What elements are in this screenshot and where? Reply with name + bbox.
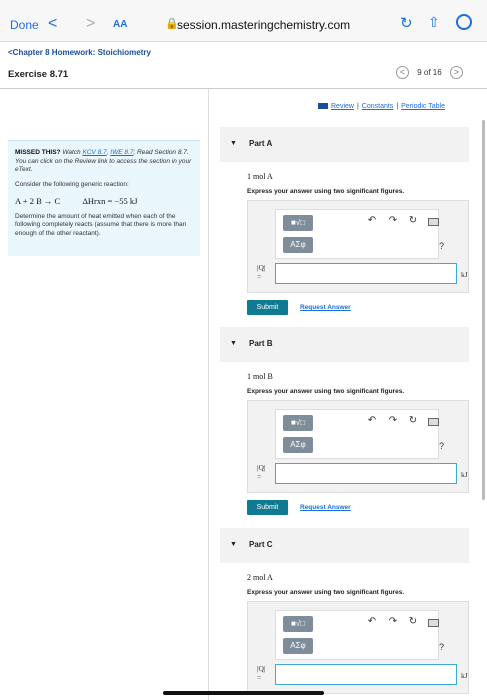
templates-button[interactable]: ■√□ — [283, 616, 313, 632]
forward-arrow-icon[interactable]: > — [86, 15, 95, 33]
part-instruction: Express your answer using two significan… — [247, 188, 405, 195]
reset-icon[interactable]: ↻ — [407, 215, 419, 226]
scrollbar[interactable] — [482, 120, 485, 500]
url-field[interactable]: session.masteringchemistry.com — [177, 18, 350, 32]
constants-link[interactable]: Constants — [362, 103, 394, 110]
q-label: |Q| = — [257, 263, 266, 281]
prev-item-button[interactable]: < — [396, 66, 409, 79]
unit-label: kJ — [461, 470, 468, 479]
collapse-triangle-icon: ▼ — [230, 340, 237, 347]
part-quantity: 1 mol A — [247, 172, 273, 181]
math-toolbar: ■√□ ΑΣφ ↶ ↷ ↻ ? — [275, 209, 444, 259]
determine-text: Determine the amount of heat emitted whe… — [15, 212, 187, 237]
kcv-link[interactable]: KCV 8.7 — [82, 149, 106, 156]
undo-icon[interactable]: ↶ — [366, 215, 378, 226]
part-instruction: Express your answer using two significan… — [247, 589, 405, 596]
collapse-triangle-icon: ▼ — [230, 140, 237, 147]
part-quantity: 1 mol B — [247, 372, 273, 381]
home-indicator[interactable] — [163, 691, 324, 695]
unit-label: kJ — [461, 671, 468, 680]
part-label: Part A — [249, 139, 273, 148]
keyboard-icon[interactable] — [428, 218, 439, 226]
done-button[interactable]: Done — [10, 18, 39, 32]
enthalpy-text: ΔHrxn = −55 kJ — [82, 195, 138, 206]
book-icon — [318, 103, 328, 110]
keyboard-icon[interactable] — [428, 418, 439, 426]
part-c-header[interactable]: ▼ Part C — [220, 528, 469, 563]
request-answer-link[interactable]: Request Answer — [300, 504, 351, 511]
pager: < 9 of 16 > — [396, 66, 463, 79]
answer-panel: ■√□ ΑΣφ ↶ ↷ ↻ ? |Q| = kJ — [247, 601, 469, 694]
keyboard-icon[interactable] — [428, 619, 439, 627]
answer-panel: ■√□ ΑΣφ ↶ ↷ ↻ ? |Q| = kJ — [247, 400, 469, 493]
answer-panel: ■√□ ΑΣφ ↶ ↷ ↻ ? |Q| = kJ — [247, 200, 469, 293]
unit-label: kJ — [461, 270, 468, 279]
collapse-triangle-icon: ▼ — [230, 541, 237, 548]
missed-this-text: MISSED THIS? Watch KCV 8.7, IWE 8.7; Rea… — [15, 149, 192, 173]
request-answer-link[interactable]: Request Answer — [300, 304, 351, 311]
part-label: Part C — [249, 540, 273, 549]
q-label: |Q| = — [257, 463, 266, 481]
undo-icon[interactable]: ↶ — [366, 616, 378, 627]
part-b-header[interactable]: ▼ Part B — [220, 327, 469, 362]
part-instruction: Express your answer using two significan… — [247, 388, 405, 395]
share-icon[interactable]: ⇧ — [428, 14, 440, 31]
consider-text: Consider the following generic reaction: — [15, 180, 129, 188]
math-toolbar: ■√□ ΑΣφ ↶ ↷ ↻ ? — [275, 610, 444, 660]
reset-icon[interactable]: ↻ — [407, 616, 419, 627]
greek-symbols-button[interactable]: ΑΣφ — [283, 237, 313, 253]
column-divider — [208, 89, 209, 700]
help-icon[interactable]: ? — [439, 441, 444, 451]
pager-label: 9 of 16 — [417, 68, 442, 77]
redo-icon[interactable]: ↷ — [387, 415, 399, 426]
redo-icon[interactable]: ↷ — [387, 616, 399, 627]
reaction-equation: A + 2 B → C ΔHrxn = −55 kJ — [15, 196, 193, 206]
resource-links: Review | Constants | Periodic Table — [318, 103, 445, 110]
answer-input[interactable] — [275, 463, 457, 484]
reset-icon[interactable]: ↻ — [407, 415, 419, 426]
answer-input[interactable] — [275, 664, 457, 685]
next-item-button[interactable]: > — [449, 66, 463, 79]
iwe-link[interactable]: IWE 8.7 — [110, 149, 133, 156]
help-icon[interactable]: ? — [439, 241, 444, 251]
back-arrow-icon[interactable]: < — [48, 15, 57, 33]
part-a-header[interactable]: ▼ Part A — [220, 127, 469, 162]
help-icon[interactable]: ? — [439, 642, 444, 652]
text-size-button[interactable]: AA — [113, 19, 127, 30]
page-title: Exercise 8.71 — [8, 69, 69, 80]
periodic-table-link[interactable]: Periodic Table — [401, 103, 445, 110]
greek-symbols-button[interactable]: ΑΣφ — [283, 638, 313, 654]
reload-icon[interactable]: ↻ — [400, 14, 413, 32]
q-label: |Q| = — [257, 664, 266, 682]
undo-icon[interactable]: ↶ — [366, 415, 378, 426]
reaction-text: A + 2 B → C — [15, 195, 61, 206]
greek-symbols-button[interactable]: ΑΣφ — [283, 437, 313, 453]
browser-toolbar: Done < > AA 🔒 session.masteringchemistry… — [0, 0, 487, 42]
templates-button[interactable]: ■√□ — [283, 215, 313, 231]
problem-info-box: MISSED THIS? Watch KCV 8.7, IWE 8.7; Rea… — [8, 140, 200, 256]
math-toolbar: ■√□ ΑΣφ ↶ ↷ ↻ ? — [275, 409, 444, 459]
part-label: Part B — [249, 339, 273, 348]
submit-button[interactable]: Submit — [247, 500, 288, 515]
submit-button[interactable]: Submit — [247, 300, 288, 315]
review-link[interactable]: Review — [331, 103, 354, 110]
compass-icon[interactable] — [456, 14, 472, 30]
part-quantity: 2 mol A — [247, 573, 273, 582]
redo-icon[interactable]: ↷ — [387, 215, 399, 226]
templates-button[interactable]: ■√□ — [283, 415, 313, 431]
answer-input[interactable] — [275, 263, 457, 284]
breadcrumb[interactable]: <Chapter 8 Homework: Stoichiometry — [8, 48, 151, 57]
